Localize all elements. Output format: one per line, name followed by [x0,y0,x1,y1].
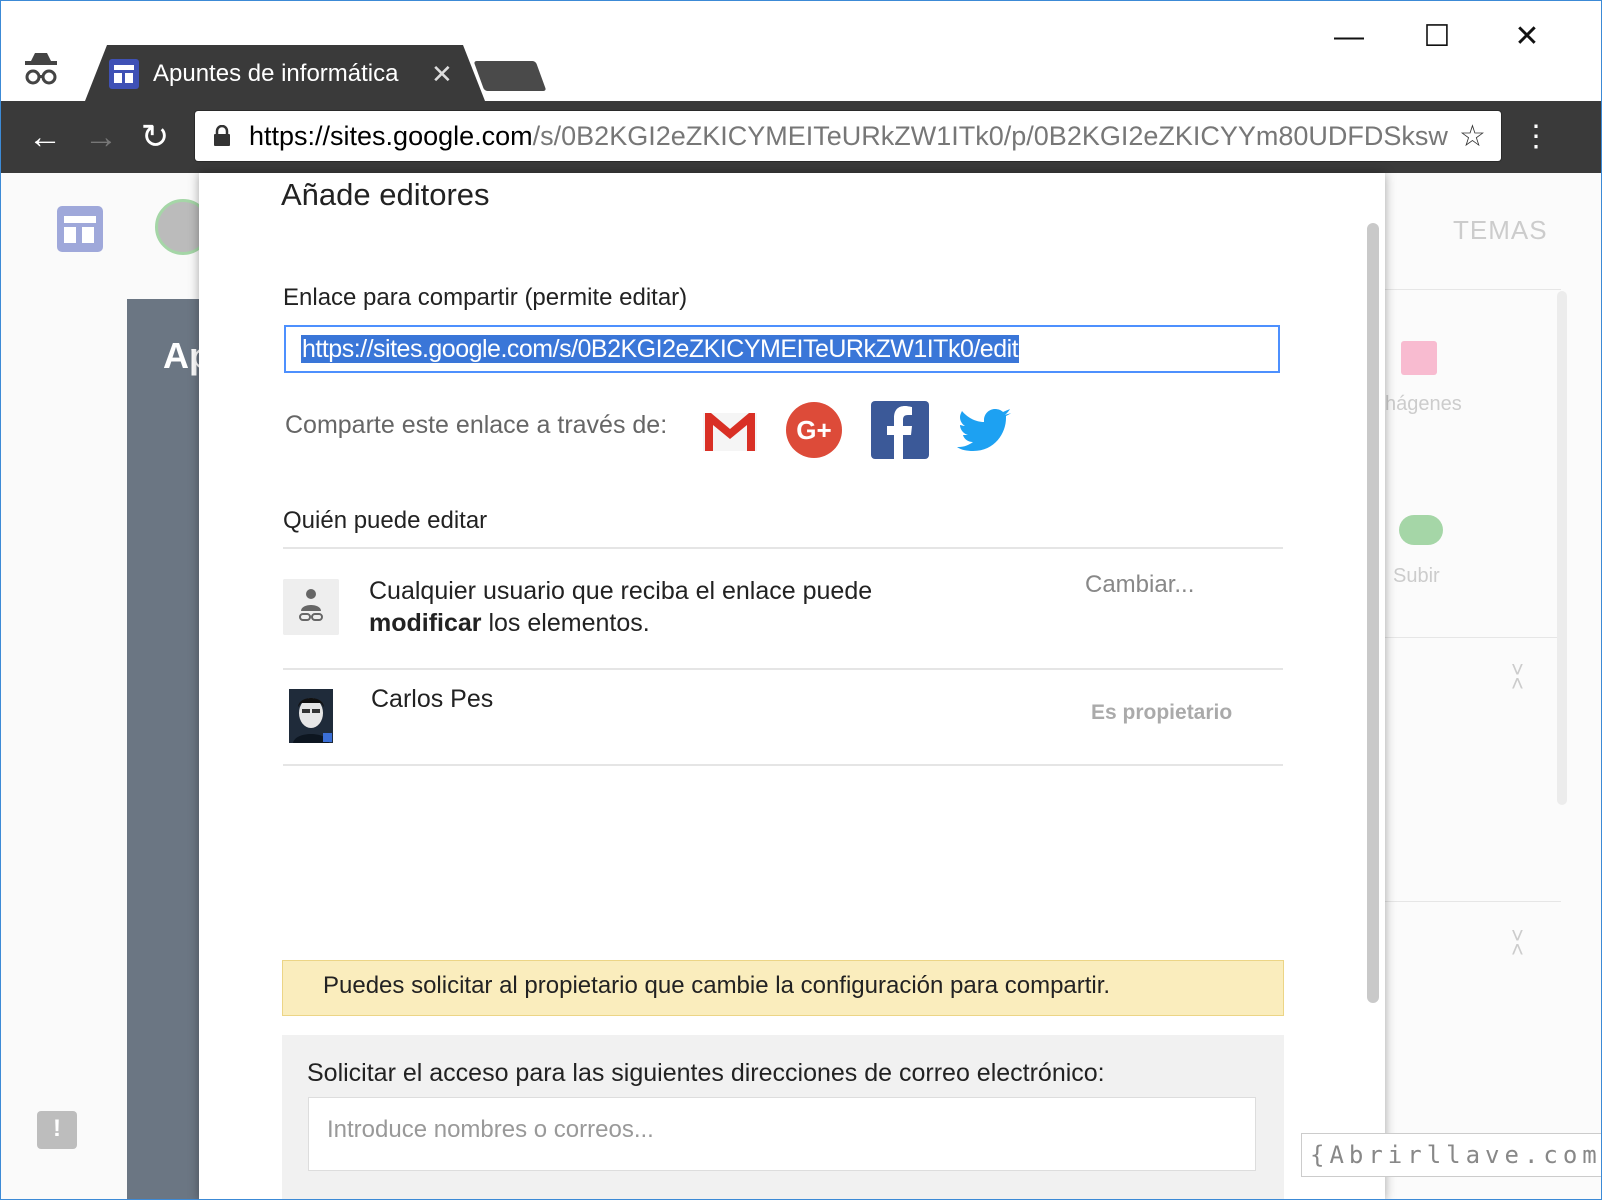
dialog-scrollbar[interactable] [1367,223,1379,1003]
permission-bold: modificar [369,609,482,637]
share-via-label: Comparte este enlace a través de: [285,411,668,439]
tab-title: Apuntes de informática [153,60,399,87]
forward-button[interactable]: → [81,117,121,157]
tab-close-icon[interactable]: ✕ [431,59,453,89]
divider [283,668,1283,670]
divider [1385,289,1561,290]
upload-label: Subir [1393,565,1440,587]
expand-chevron-icon[interactable]: ˅ ˄ [1511,925,1524,961]
close-window-button[interactable]: ✕ [1497,15,1557,59]
reload-button[interactable]: ↻ [135,117,175,157]
back-button[interactable]: ← [25,117,65,157]
twitter-icon[interactable] [955,401,1013,459]
minimize-button[interactable]: — [1319,15,1379,59]
permission-description: Cualquier usuario que reciba el enlace p… [369,575,872,639]
request-emails-placeholder: Introduce nombres o correos... [327,1116,654,1143]
watermark-logo: {Abrirllave.com [1301,1133,1601,1177]
info-notice-text: Puedes solicitar al propietario que camb… [323,972,1111,999]
permission-text-end: los elementos. [481,609,650,637]
upload-cloud-icon[interactable] [1399,515,1443,545]
share-link-label: Enlace para compartir (permite editar) [283,284,688,311]
sites-layout-icon[interactable] [57,206,103,252]
divider [1385,637,1561,638]
owner-role: Es propietario [1091,701,1233,724]
tab-temas[interactable]: TEMAS [1453,215,1548,246]
sites-favicon-icon [109,59,139,89]
url-host: https://sites.google.com [249,121,533,151]
url-text[interactable]: https://sites.google.com/s/0B2KGI2eZKICY… [249,119,1449,153]
request-access-label: Solicitar el acceso para las siguientes … [307,1059,1105,1087]
google-plus-icon[interactable]: G+ [785,401,843,459]
bookmark-star-icon[interactable]: ☆ [1459,117,1486,157]
browser-window: Apuntes de informática ✕ — ☐ ✕ ← → ↻ htt… [0,0,1602,1200]
expand-chevron-icon[interactable]: ˅ ˄ [1511,659,1524,695]
divider [283,547,1283,549]
divider [1385,901,1561,902]
owner-avatar [289,689,333,743]
images-label: hágenes [1385,393,1462,415]
share-link-value[interactable]: https://sites.google.com/s/0B2KGI2eZKICY… [301,335,1020,363]
change-permission-link[interactable]: Cambiar... [1085,571,1194,599]
url-path: /s/0B2KGI2eZKICYMEITeURkZW1ITk0/p/0B2KGI… [532,121,1449,151]
gmail-icon[interactable] [701,401,759,459]
browser-menu-button[interactable]: ⋮ [1521,117,1551,157]
lock-icon [214,125,230,146]
incognito-icon [25,53,57,85]
right-panel [1385,173,1601,1199]
panel-scrollbar[interactable] [1557,291,1567,805]
svg-text:G+: G+ [796,415,831,445]
who-can-edit-label: Quién puede editar [283,507,488,534]
dialog-title: Añade editores [281,177,490,212]
permission-text: Cualquier usuario que reciba el enlace p… [369,577,873,605]
facebook-icon[interactable] [871,401,929,459]
feedback-icon[interactable]: ! [37,1111,77,1149]
new-tab-button[interactable] [473,61,547,91]
maximize-button[interactable]: ☐ [1407,15,1467,59]
image-icon[interactable] [1401,341,1437,375]
page-hero-banner [127,299,207,1199]
owner-name: Carlos Pes [371,685,494,713]
divider [283,764,1283,766]
link-user-icon [283,579,339,635]
